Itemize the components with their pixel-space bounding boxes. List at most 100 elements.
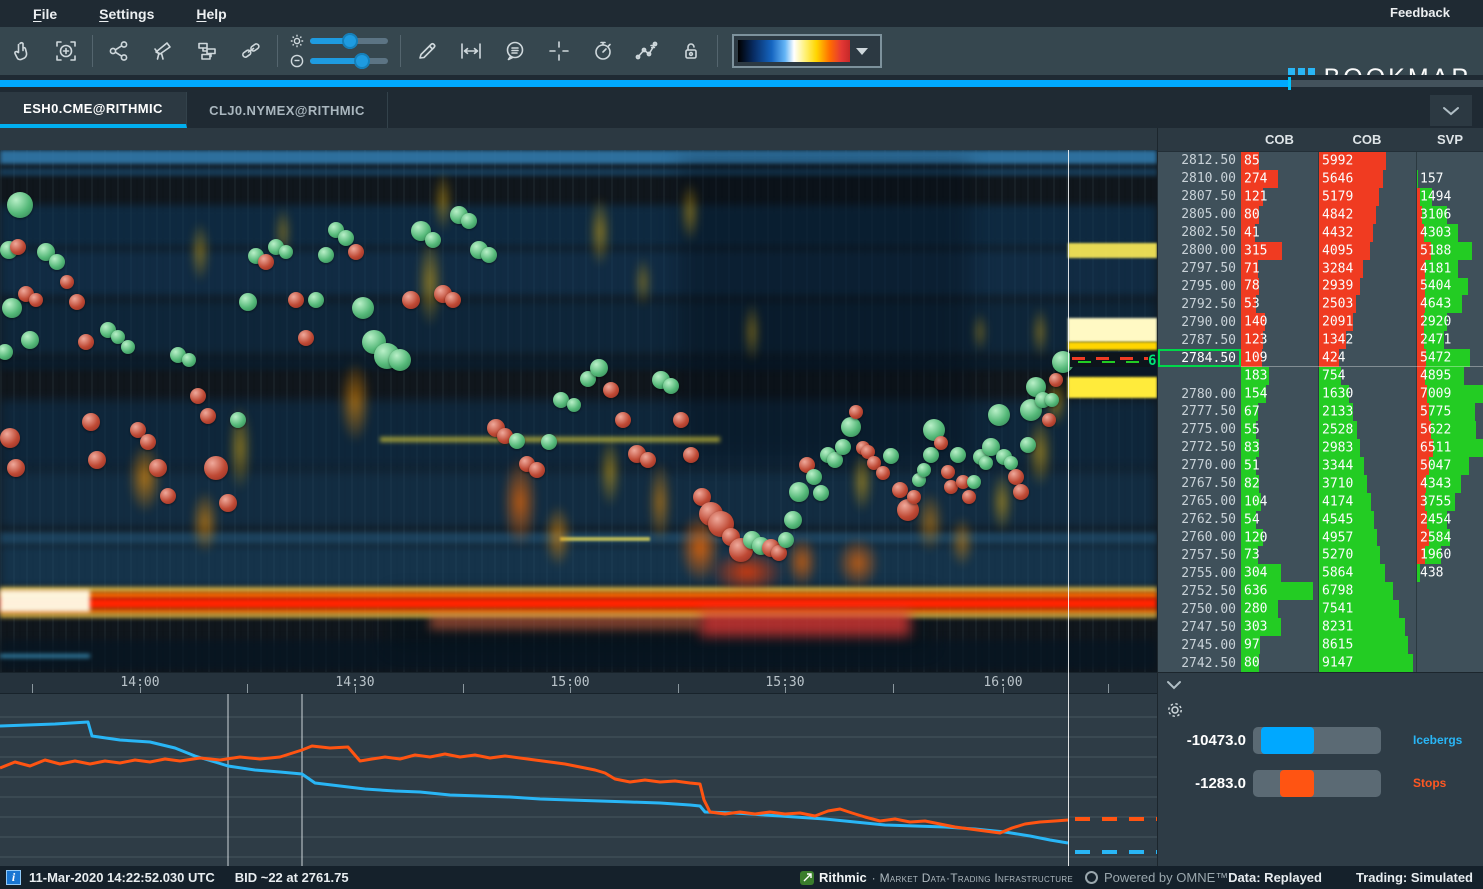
timer-icon[interactable] xyxy=(581,31,625,71)
tab-clj0.nymex[interactable]: CLJ0.NYMEX@RITHMIC xyxy=(187,92,388,128)
ladder-row[interactable]: 2770.005133445047 xyxy=(1158,457,1483,475)
buy-trade-bubble xyxy=(835,439,851,455)
ladder-price: 2812.50 xyxy=(1158,152,1241,170)
cob1-value: 54 xyxy=(1244,512,1260,527)
cob1-value: 109 xyxy=(1244,351,1267,366)
cob2-value: 5992 xyxy=(1322,153,1353,168)
ladder-row[interactable]: 2802.504144324303 xyxy=(1158,224,1483,242)
sell-trade-bubble xyxy=(88,451,106,469)
ladder-row[interactable]: 2805.008048423106 xyxy=(1158,206,1483,224)
icebergs-cumulative-line xyxy=(0,722,1068,843)
gear-icon[interactable] xyxy=(1166,701,1184,724)
tab-esh0.cme[interactable]: ESH0.CME@RITHMIC xyxy=(0,92,187,128)
toolbar: BOOKMAP xyxy=(0,27,1483,75)
ladder-row[interactable]: 2797.507132844181 xyxy=(1158,260,1483,278)
buy-trade-bubble xyxy=(784,511,802,529)
measure-icon[interactable] xyxy=(449,31,493,71)
cob2-value: 4957 xyxy=(1322,530,1353,545)
link-icon[interactable] xyxy=(229,31,273,71)
ladder-row[interactable]: 2810.002745646157 xyxy=(1158,170,1483,188)
sell-trade-bubble xyxy=(190,388,206,404)
pencil-icon[interactable] xyxy=(405,31,449,71)
hierarchy-icon[interactable] xyxy=(185,31,229,71)
crosshair-icon[interactable] xyxy=(537,31,581,71)
sell-trade-bubble xyxy=(10,239,26,255)
ladder-row[interactable]: 2790.0014020912920 xyxy=(1158,313,1483,331)
replay-progress-fill xyxy=(0,80,1289,87)
zoom-region-icon[interactable] xyxy=(44,31,88,71)
clock-slider[interactable] xyxy=(290,53,388,69)
svp-value: 4895 xyxy=(1420,369,1451,384)
cob1-value: 85 xyxy=(1244,153,1260,168)
svp-value: 5472 xyxy=(1420,351,1451,366)
tabs-collapse-button[interactable] xyxy=(1430,95,1472,126)
ladder-price: 2780.00 xyxy=(1158,385,1241,403)
ladder-row[interactable]: 2777.506721335775 xyxy=(1158,403,1483,421)
icebergs-label: Icebergs xyxy=(1413,733,1462,747)
cob2-value: 8231 xyxy=(1322,620,1353,635)
cob1-value: 83 xyxy=(1244,440,1260,455)
hand-icon[interactable] xyxy=(0,31,44,71)
ladder-price: 2745.00 xyxy=(1158,636,1241,654)
ladder-row[interactable]: 2742.50809147 xyxy=(1158,654,1483,672)
cob2-value: 3344 xyxy=(1322,458,1353,473)
cob1-value: 71 xyxy=(1244,261,1260,276)
ladder-row[interactable]: 2755.003045864438 xyxy=(1158,564,1483,582)
ladder-row[interactable]: 2792.505325034643 xyxy=(1158,295,1483,313)
menu-item-file[interactable]: File xyxy=(33,6,57,22)
buy-trade-bubble xyxy=(917,463,931,477)
menu-item-settings[interactable]: Settings xyxy=(99,6,154,22)
info-icon[interactable]: i xyxy=(6,870,21,885)
ladder-row[interactable]: 2747.503038231 xyxy=(1158,618,1483,636)
ladder-row[interactable]: 2775.005525285622 xyxy=(1158,421,1483,439)
buy-trade-bubble xyxy=(813,485,829,501)
heat-palette-selector[interactable] xyxy=(732,34,882,68)
cob1-value: 274 xyxy=(1244,171,1267,186)
buy-trade-bubble xyxy=(789,482,809,502)
buy-trade-bubble xyxy=(230,412,246,428)
heatmap-chart[interactable] xyxy=(0,150,1157,672)
brightness-slider[interactable] xyxy=(290,33,388,49)
telescope-icon[interactable] xyxy=(141,31,185,71)
ladder-row[interactable]: 2762.505445452454 xyxy=(1158,511,1483,529)
icebergs-bar[interactable] xyxy=(1253,727,1381,754)
icebergs-value: -10473.0 xyxy=(1158,732,1246,749)
cob1-value: 78 xyxy=(1244,279,1260,294)
ladder-row[interactable]: 2767.508237104343 xyxy=(1158,475,1483,493)
menu-item-help[interactable]: Help xyxy=(196,6,226,22)
buy-trade-bubble xyxy=(663,378,679,394)
stops-bar[interactable] xyxy=(1253,770,1381,797)
ladder-row[interactable]: 2807.5012151791494 xyxy=(1158,188,1483,206)
share-icon[interactable] xyxy=(97,31,141,71)
ladder-collapse-button[interactable] xyxy=(1166,677,1182,695)
ladder-row[interactable]: 2765.0010441743755 xyxy=(1158,493,1483,511)
note-bubble-icon[interactable] xyxy=(493,31,537,71)
sell-trade-bubble xyxy=(907,490,921,504)
ladder-price: 2795.00 xyxy=(1158,278,1241,296)
ladder-row[interactable]: 2784.501094245472 xyxy=(1158,349,1483,367)
sell-trade-bubble xyxy=(892,482,908,498)
ladder-row[interactable]: 2795.007829395404 xyxy=(1158,278,1483,296)
last-trade-size-label: 6 xyxy=(1148,353,1156,369)
ladder-row[interactable]: 2780.0015416307009 xyxy=(1158,385,1483,403)
ladder-row[interactable]: 2752.506366798 xyxy=(1158,582,1483,600)
ladder-row[interactable]: 2750.002807541 xyxy=(1158,600,1483,618)
cob1-value: 140 xyxy=(1244,315,1267,330)
trajectory-icon[interactable] xyxy=(625,31,669,71)
buy-trade-bubble xyxy=(352,297,374,319)
sell-trade-bubble xyxy=(876,466,890,480)
ladder-row[interactable]: 2787.5012313422471 xyxy=(1158,331,1483,349)
sell-trade-bubble xyxy=(219,494,237,512)
ladder-row[interactable]: 2745.00978615 xyxy=(1158,636,1483,654)
omne-icon xyxy=(1085,871,1098,884)
indicator-panel[interactable]: 0-5000-10000150010005000-500-1000-1500-2… xyxy=(0,694,1157,866)
ladder-row[interactable]: 2812.5085 5992 xyxy=(1158,152,1483,170)
ladder-row[interactable]: 2800.0031540955188 xyxy=(1158,242,1483,260)
lock-icon[interactable] xyxy=(669,31,713,71)
ladder-row[interactable]: 2757.507352701960 xyxy=(1158,546,1483,564)
feedback-link[interactable]: Feedback xyxy=(1390,5,1450,20)
ladder-row[interactable]: 2760.0012049572584 xyxy=(1158,529,1483,547)
replay-progress-handle[interactable] xyxy=(1288,77,1291,90)
ladder-row[interactable]: 1837544895 xyxy=(1158,367,1483,385)
ladder-row[interactable]: 2772.508329836511 xyxy=(1158,439,1483,457)
